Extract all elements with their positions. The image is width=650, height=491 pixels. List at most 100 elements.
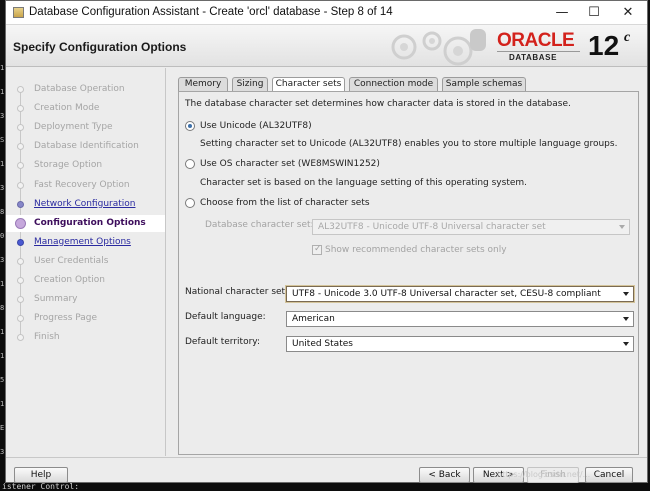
nav-step-management-options[interactable]: Management Options [6,234,165,251]
page-header: Specify Configuration Options ORACLE DAT… [6,25,647,67]
tab-memory[interactable]: Memory [178,77,228,91]
nav-step-database-operation: Database Operation [6,81,165,98]
nav-step-configuration-options: Configuration Options [6,214,165,232]
nav-step-label: Progress Page [34,313,98,324]
background-console-text: istener Control: [0,483,650,491]
nav-step-summary: Summary [6,291,165,308]
tab-sizing[interactable]: Sizing [232,77,268,91]
step-status-icon [17,238,24,246]
character-sets-panel: The database character set determines ho… [178,91,639,455]
nav-step-database-identification: Database Identification [6,138,165,155]
console-char: 3 [0,184,5,192]
db-charset-value: AL32UTF8 - Unicode UTF-8 Universal chara… [318,222,546,232]
console-char: 3 [0,112,5,120]
step-status-icon [17,200,24,208]
nav-step-label: Database Identification [34,141,139,152]
nav-step-creation-mode: Creation Mode [6,100,165,117]
db-charset-label: Database character set: [205,220,314,230]
show-recommended-label[interactable]: Show recommended character sets only [325,245,507,255]
window-title: Database Configuration Assistant - Creat… [29,6,393,18]
database-logo-text: DATABASE [509,53,558,62]
step-status-icon [17,277,24,284]
db-charset-select[interactable]: AL32UTF8 - Unicode UTF-8 Universal chara… [312,219,630,235]
console-char: 1 [0,280,5,288]
show-recommended-checkbox[interactable]: ✓ [312,244,322,255]
tab-sample-schemas[interactable]: Sample schemas [442,77,526,91]
step-status-icon [17,124,24,132]
console-char: 0 [0,232,5,240]
unicode-radio-label[interactable]: Use Unicode (AL32UTF8) [200,121,312,131]
console-char: 3 [0,256,5,264]
nav-step-storage-option: Storage Option [6,157,165,174]
nav-step-label: User Credentials [34,255,109,266]
chevron-down-icon [619,225,625,229]
national-charset-value: UTF8 - Unicode 3.0 UTF-8 Universal chara… [292,289,601,299]
step-status-icon [17,162,24,170]
step-status-icon [17,296,24,304]
nav-step-label: Deployment Type [34,122,113,133]
version-suffix: c [624,30,631,45]
console-char: 1 [0,352,5,360]
console-char: 3 [0,448,5,456]
console-char: 5 [0,376,5,384]
nav-step-progress-page: Progress Page [6,310,165,327]
logo-divider [497,51,580,52]
unicode-radio[interactable] [185,121,195,131]
help-button[interactable]: Help [14,467,68,483]
choose-list-radio-label[interactable]: Choose from the list of character sets [200,198,370,208]
os-charset-radio[interactable] [185,159,195,169]
gears-decoration-icon [391,29,486,66]
nav-step-deployment-type: Deployment Type [6,119,165,136]
nav-step-finish: Finish [6,329,165,346]
version-number: 12 [588,30,620,61]
nav-step-label: Management Options [34,236,131,247]
console-char: 8 [0,304,5,312]
default-language-select[interactable]: American [286,311,634,327]
page-title: Specify Configuration Options [13,40,187,54]
nav-step-creation-option: Creation Option [6,272,165,289]
steps-nav: Database Operation Creation Mode Deploymen… [6,68,166,456]
national-charset-label: National character set: [185,287,289,297]
minimize-button[interactable]: — [545,1,579,25]
step-status-icon [15,217,26,229]
step-status-icon [17,86,24,93]
default-territory-value: United States [292,339,353,349]
nav-step-label: Configuration Options [34,217,146,228]
cancel-button[interactable]: Cancel [585,467,633,483]
step-status-icon [17,257,24,265]
choose-list-radio[interactable] [185,198,195,208]
app-icon [13,7,24,18]
default-territory-select[interactable]: United States [286,336,634,352]
os-charset-description: Character set is based on the language s… [200,178,528,188]
nav-step-fast-recovery-option: Fast Recovery Option [6,177,165,194]
console-char: 1 [0,400,5,408]
title-bar[interactable]: Database Configuration Assistant - Creat… [6,1,647,25]
console-char: 8 [0,208,5,216]
nav-step-label: Creation Option [34,275,105,285]
step-status-icon [17,315,24,323]
nav-step-network-configuration[interactable]: Network Configuration [6,196,165,213]
step-status-icon [17,105,24,113]
default-language-value: American [292,314,335,324]
close-button[interactable]: ✕ [611,1,645,25]
nav-step-label: Network Configuration [34,198,136,209]
back-button[interactable]: < Back [419,467,470,483]
national-charset-select[interactable]: UTF8 - Unicode 3.0 UTF-8 Universal chara… [286,286,634,302]
os-charset-radio-label[interactable]: Use OS character set (WE8MSWIN1252) [200,159,380,169]
maximize-button[interactable]: ☐ [577,1,611,25]
default-territory-label: Default territory: [185,337,260,347]
unicode-description: Setting character set to Unicode (AL32UT… [200,139,618,149]
chevron-down-icon [623,292,629,296]
charset-intro-text: The database character set determines ho… [185,99,571,109]
nav-step-user-credentials: User Credentials [6,253,165,270]
nav-step-label: Storage Option [34,160,103,171]
checkmark-icon: ✓ [314,244,322,254]
chevron-down-icon [623,342,629,346]
tab-connection-mode[interactable]: Connection mode [349,77,438,91]
nav-step-label: Summary [34,294,78,305]
tab-character-sets[interactable]: Character sets [272,77,345,92]
dbca-window: Database Configuration Assistant - Creat… [5,0,648,483]
step-status-icon [17,334,24,342]
console-char: 1 [0,160,5,168]
step-status-icon [17,181,24,189]
